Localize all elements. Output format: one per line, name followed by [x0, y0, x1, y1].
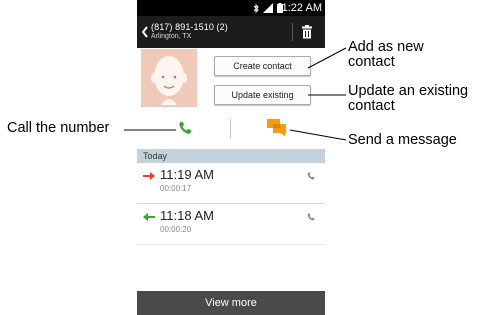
caller-number: (817) 891-1510 (2) [151, 22, 228, 32]
log-time: 11:18 AM [160, 208, 214, 223]
callout-add-new-contact: Add as new contact [348, 40, 453, 70]
create-contact-button[interactable]: Create contact [214, 56, 311, 76]
bluetooth-icon [253, 4, 259, 13]
log-duration: 00:00:20 [160, 225, 192, 234]
status-time: 11:22 AM [276, 2, 322, 14]
callout-text: Add as new contact [348, 39, 424, 70]
caller-location: Arlington, TX [151, 33, 192, 40]
callout-text: Update an existing contact [348, 83, 469, 114]
log-duration: 00:00:17 [160, 184, 192, 193]
section-title: Today [143, 151, 168, 161]
back-icon[interactable] [140, 24, 150, 40]
status-bar: 11:22 AM [137, 0, 325, 16]
incoming-call-arrow-icon [143, 213, 155, 221]
log-section-header: Today [137, 149, 325, 163]
update-existing-button[interactable]: Update existing [214, 85, 311, 105]
message-icon[interactable] [267, 119, 287, 137]
signal-icon [263, 3, 273, 13]
view-more-button[interactable]: View more [137, 291, 325, 315]
outgoing-call-arrow-icon [143, 172, 155, 180]
log-time: 11:19 AM [160, 167, 214, 182]
row-divider [137, 244, 325, 245]
call-log-row[interactable]: 11:18 AM 00:00:20 [137, 204, 325, 244]
trash-icon[interactable] [300, 25, 314, 39]
appbar-divider [292, 23, 293, 41]
callout-update-existing-contact: Update an existing contact [348, 84, 488, 114]
call-log-row[interactable]: 11:19 AM 00:00:17 [137, 163, 325, 203]
contact-avatar [141, 49, 197, 107]
call-icon[interactable] [178, 121, 192, 135]
app-bar: (817) 891-1510 (2) Arlington, TX [137, 16, 325, 48]
phone-icon [307, 213, 315, 221]
action-divider [230, 119, 231, 138]
callout-call-number: Call the number [7, 120, 110, 136]
phone-icon [307, 172, 315, 180]
callout-send-message: Send a message [348, 132, 457, 148]
phone-screen: 11:22 AM (817) 891-1510 (2) Arlington, T… [137, 0, 325, 315]
